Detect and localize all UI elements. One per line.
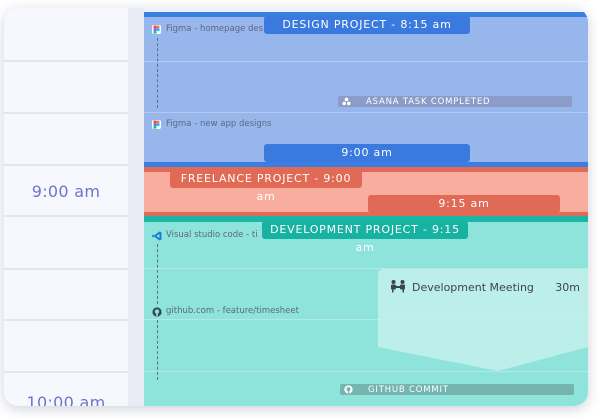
time-column: 9:00 am 10:00 am [4, 8, 128, 406]
timeline-area: DESIGN PROJECT - 8:15 am Figma - homepag… [144, 8, 588, 406]
figma-icon [152, 119, 161, 129]
activity-duration-line [157, 320, 158, 380]
activity-text: Figma - new app designs [166, 119, 272, 129]
activity-figma-homepage[interactable]: Figma - homepage des [152, 24, 263, 34]
grid-line [144, 112, 588, 113]
github-icon [152, 306, 162, 317]
hour-divider [4, 371, 128, 373]
activity-vscode[interactable]: Visual studio code - ti [152, 230, 258, 240]
hour-divider [4, 215, 128, 217]
time-gutter [128, 8, 144, 406]
meeting-title: Development Meeting [412, 281, 534, 294]
freelance-project-label[interactable]: FREELANCE PROJECT - 9:00 am [170, 170, 362, 203]
development-project-label[interactable]: DEVELOPMENT PROJECT - 9:15 am [262, 221, 468, 254]
activity-duration-line [157, 244, 158, 304]
asana-task-bar[interactable]: ASANA TASK COMPLETED [338, 96, 572, 107]
activity-text: github.com - feature/timesheet [166, 306, 299, 316]
freelance-project-end-label[interactable]: 9:15 am [368, 195, 560, 213]
hour-divider [4, 164, 128, 166]
design-project-label[interactable]: DESIGN PROJECT - 8:15 am [264, 16, 470, 34]
grid-line [144, 61, 588, 62]
activity-text: Figma - homepage des [166, 24, 264, 34]
calendar-window: 9:00 am 10:00 am DESIGN PROJECT - 8:15 a… [4, 8, 588, 406]
github-icon [344, 385, 353, 396]
figma-icon [152, 24, 161, 34]
asana-icon [342, 97, 351, 108]
vscode-icon [152, 231, 162, 240]
asana-task-label: ASANA TASK COMPLETED [366, 96, 491, 107]
github-commit-bar[interactable]: GITHUB COMMIT [340, 384, 574, 395]
meeting-duration: 30m [555, 281, 580, 294]
time-label-10am: 10:00 am [26, 393, 106, 406]
time-label-9am: 9:00 am [31, 182, 101, 201]
hour-divider [4, 112, 128, 114]
activity-duration-line [157, 38, 158, 108]
development-meeting-card[interactable]: Development Meeting 30m [378, 269, 588, 379]
hour-divider [4, 319, 128, 321]
github-commit-label: GITHUB COMMIT [368, 384, 449, 395]
hour-divider [4, 268, 128, 270]
hour-divider [4, 60, 128, 62]
activity-figma-new-app[interactable]: Figma - new app designs [152, 119, 272, 129]
activity-text: Visual studio code - ti [166, 230, 258, 240]
activity-github[interactable]: github.com - feature/timesheet [152, 306, 299, 317]
design-project-end-label[interactable]: 9:00 am [264, 144, 470, 162]
